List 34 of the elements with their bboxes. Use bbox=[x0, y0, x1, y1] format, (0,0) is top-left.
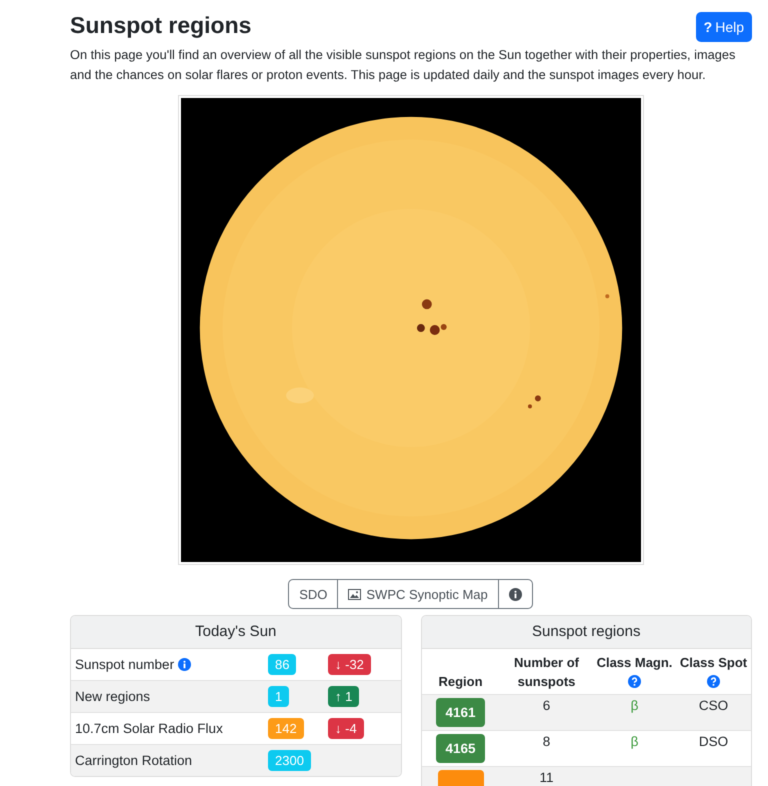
help-button[interactable]: ? Help bbox=[696, 12, 752, 42]
magnetic-class: β bbox=[630, 734, 638, 749]
table-cell: CSO bbox=[698, 698, 728, 713]
change-badge: ↓ -4 bbox=[328, 718, 364, 739]
card-title: Sunspot regions bbox=[422, 616, 751, 649]
row-label: 10.7cm Solar Radio Flux bbox=[75, 721, 223, 736]
table-cell: 11 bbox=[539, 770, 554, 785]
column-header: Class Spot bbox=[680, 655, 748, 670]
column-header: Class Magn. bbox=[596, 655, 672, 670]
image-source-button[interactable]: SWPC Synoptic Map bbox=[337, 579, 499, 609]
row-label: Sunspot number bbox=[75, 657, 174, 672]
region-badge[interactable]: 4165 bbox=[436, 734, 485, 763]
change-badge: ↑ 1 bbox=[328, 686, 360, 707]
info-icon bbox=[508, 588, 522, 600]
image-icon bbox=[348, 588, 362, 600]
value-badge: 1 bbox=[268, 686, 290, 707]
card-title: Today's Sun bbox=[71, 616, 400, 649]
row-label: New regions bbox=[75, 689, 150, 704]
region-badge[interactable]: 4161 bbox=[436, 698, 485, 727]
image-source-button[interactable]: SDO bbox=[288, 579, 338, 609]
page-title: Sunspot regions bbox=[70, 12, 252, 39]
value-badge: 142 bbox=[268, 718, 304, 739]
table-cell: 6 bbox=[542, 698, 550, 713]
value-badge: 2300 bbox=[268, 750, 311, 771]
info-button[interactable] bbox=[498, 579, 533, 609]
column-header: Number of sunspots bbox=[514, 655, 579, 689]
change-badge: ↓ -32 bbox=[328, 654, 371, 675]
row-label: Carrington Rotation bbox=[75, 753, 192, 768]
table-cell: DSO bbox=[698, 734, 728, 749]
magnetic-class: β bbox=[630, 698, 638, 713]
table-cell: 8 bbox=[542, 734, 550, 749]
column-header: Region bbox=[438, 674, 483, 689]
value-badge: 86 bbox=[268, 654, 296, 675]
intro-text: On this page you'll find an overview of all the visible sunspot regions on the Sun together with their properties, images and the chances on solar flares or proton events. This page is updated daily and the sunspot images every hour. bbox=[70, 46, 736, 84]
